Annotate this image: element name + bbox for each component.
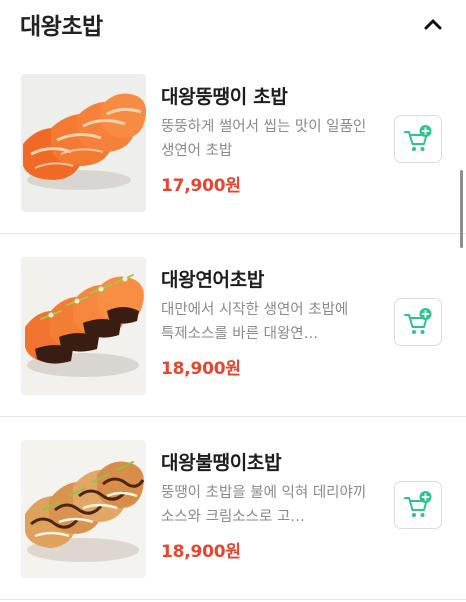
- menu-item-photo: [21, 74, 146, 212]
- menu-item-description: 뚱뚱하게 썰어서 씹는 맛이 일품인 생연어 초밥: [161, 119, 367, 159]
- cart-plus-icon: [404, 491, 432, 517]
- cart-plus-icon: [404, 308, 432, 334]
- cart-plus-icon: [404, 125, 432, 151]
- category-header[interactable]: 대왕초밥: [0, 0, 466, 54]
- menu-item-name: 대왕불땡이초밥: [161, 452, 282, 474]
- category-title: 대왕초밥: [20, 14, 103, 40]
- menu-item-photo: [21, 440, 146, 578]
- scrollbar[interactable]: [460, 170, 463, 248]
- add-to-cart-button[interactable]: [394, 481, 442, 529]
- chevron-up-icon[interactable]: [418, 10, 448, 38]
- menu-item-price: 18,900원: [161, 542, 241, 562]
- menu-item-name: 대왕연어초밥: [161, 269, 265, 291]
- add-to-cart-button[interactable]: [394, 298, 442, 346]
- menu-item-description: 대만에서 시작한 생연어 초밥에 특제소스를 바른 대왕연…: [161, 302, 349, 342]
- menu-item[interactable]: 대왕뚱땡이 초밥 뚱뚱하게 썰어서 씹는 맛이 일품인 생연어 초밥 17,90…: [0, 53, 466, 236]
- divider: [0, 416, 466, 417]
- menu-item-photo: [21, 257, 146, 395]
- add-to-cart-button[interactable]: [394, 115, 442, 163]
- menu-item-price: 18,900원: [161, 359, 241, 379]
- menu-item-description: 뚱땡이 초밥을 불에 익혀 데리야끼 소스와 크림소스로 고…: [161, 485, 367, 525]
- menu-item-price: 17,900원: [161, 176, 241, 196]
- divider: [0, 233, 466, 234]
- menu-item[interactable]: 대왕불땡이초밥 뚱땡이 초밥을 불에 익혀 데리야끼 소스와 크림소스로 고… …: [0, 419, 466, 602]
- menu-item[interactable]: 대왕연어초밥 대만에서 시작한 생연어 초밥에 특제소스를 바른 대왕연… 18…: [0, 236, 466, 419]
- menu-item-name: 대왕뚱땡이 초밥: [161, 86, 288, 108]
